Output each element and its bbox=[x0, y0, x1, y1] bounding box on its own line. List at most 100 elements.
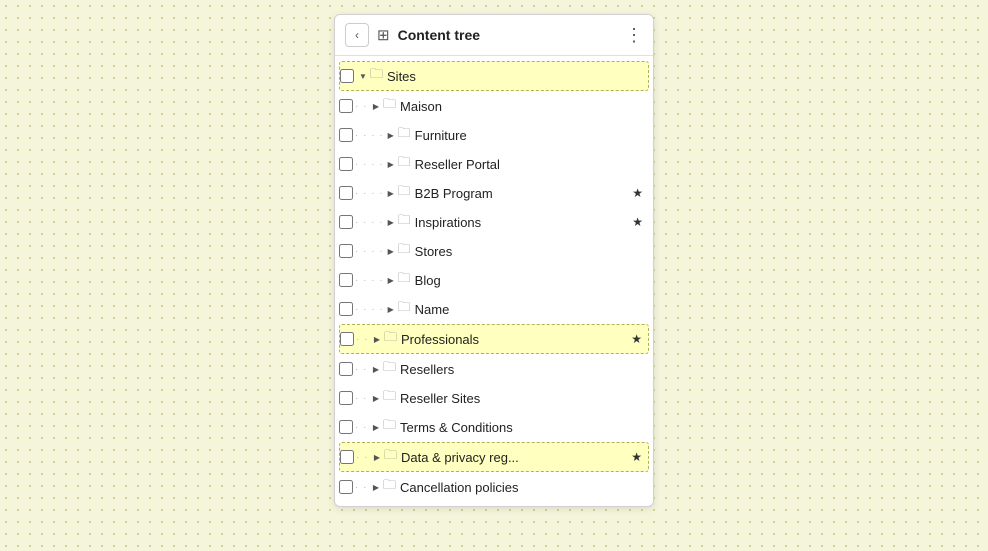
expand-arrow[interactable]: ▶ bbox=[384, 244, 398, 258]
panel-header: ‹ ⊞ Content tree ⋮ bbox=[335, 15, 653, 56]
expand-arrow[interactable]: ▶ bbox=[384, 302, 398, 316]
row-checkbox[interactable] bbox=[339, 244, 353, 258]
expand-arrow[interactable]: ▶ bbox=[369, 480, 383, 494]
tree-item-label: Sites bbox=[387, 69, 642, 84]
indent: · · bbox=[355, 101, 369, 112]
more-options-button[interactable]: ⋮ bbox=[625, 26, 643, 44]
folder-icon: 🗀 bbox=[383, 95, 396, 117]
folder-icon: 🗀 bbox=[384, 328, 397, 350]
star-icon: ★ bbox=[632, 186, 643, 200]
tree-row[interactable]: ▼ 🗀 Sites bbox=[339, 61, 649, 91]
row-checkbox[interactable] bbox=[339, 128, 353, 142]
tree-item-label: Name bbox=[415, 302, 643, 317]
row-checkbox[interactable] bbox=[339, 157, 353, 171]
star-icon: ★ bbox=[631, 450, 642, 464]
indent: · · bbox=[355, 393, 369, 404]
folder-icon: 🗀 bbox=[383, 476, 396, 498]
folder-icon: 🗀 bbox=[398, 182, 411, 204]
indent: · · · · bbox=[355, 188, 384, 199]
folder-icon: 🗀 bbox=[398, 124, 411, 146]
folder-icon: 🗀 bbox=[398, 153, 411, 175]
tree-row[interactable]: · · · · ▶ 🗀 Inspirations ★ bbox=[339, 208, 649, 236]
folder-icon: 🗀 bbox=[383, 416, 396, 438]
folder-icon: 🗀 bbox=[398, 269, 411, 291]
tree-icon: ⊞ bbox=[377, 26, 390, 44]
tree-item-label: Professionals bbox=[401, 332, 627, 347]
indent: · · bbox=[356, 452, 370, 463]
tree-item-label: Reseller Sites bbox=[400, 391, 643, 406]
indent: · · bbox=[355, 482, 369, 493]
content-tree-panel: ‹ ⊞ Content tree ⋮ ▼ 🗀 Sites · · ▶ 🗀 Mai… bbox=[334, 14, 654, 507]
indent: · · · · bbox=[355, 275, 384, 286]
tree-row[interactable]: · · · · ▶ 🗀 Reseller Portal bbox=[339, 150, 649, 178]
tree-item-label: Resellers bbox=[400, 362, 643, 377]
row-checkbox[interactable] bbox=[339, 420, 353, 434]
folder-icon: 🗀 bbox=[398, 211, 411, 233]
tree-row[interactable]: · · · · ▶ 🗀 Stores bbox=[339, 237, 649, 265]
tree-item-label: Inspirations bbox=[415, 215, 629, 230]
tree-row[interactable]: · · ▶ 🗀 Cancellation policies bbox=[339, 473, 649, 501]
expand-arrow[interactable]: ▶ bbox=[369, 362, 383, 376]
row-checkbox[interactable] bbox=[340, 69, 354, 83]
tree-item-label: Furniture bbox=[415, 128, 643, 143]
expand-arrow[interactable]: ▶ bbox=[384, 186, 398, 200]
tree-row[interactable]: · · ▶ 🗀 Maison bbox=[339, 92, 649, 120]
tree-item-label: Cancellation policies bbox=[400, 480, 643, 495]
expand-arrow[interactable]: ▶ bbox=[384, 128, 398, 142]
tree-row[interactable]: · · ▶ 🗀 Professionals ★ bbox=[339, 324, 649, 354]
row-checkbox[interactable] bbox=[340, 332, 354, 346]
tree-row[interactable]: · · ▶ 🗀 Data & privacy reg... ★ bbox=[339, 442, 649, 472]
tree-container: ▼ 🗀 Sites · · ▶ 🗀 Maison · · · · ▶ 🗀 Fur… bbox=[335, 56, 653, 506]
back-icon: ‹ bbox=[355, 28, 359, 42]
row-checkbox[interactable] bbox=[339, 99, 353, 113]
indent: · · bbox=[355, 422, 369, 433]
row-checkbox[interactable] bbox=[339, 186, 353, 200]
tree-item-label: Stores bbox=[415, 244, 643, 259]
row-checkbox[interactable] bbox=[340, 450, 354, 464]
expand-arrow[interactable]: ▶ bbox=[369, 391, 383, 405]
tree-item-label: Reseller Portal bbox=[415, 157, 643, 172]
tree-row[interactable]: · · · · ▶ 🗀 Furniture bbox=[339, 121, 649, 149]
tree-row[interactable]: · · ▶ 🗀 Reseller Sites bbox=[339, 384, 649, 412]
expand-arrow[interactable]: ▶ bbox=[369, 99, 383, 113]
tree-item-label: Terms & Conditions bbox=[400, 420, 643, 435]
indent: · · · · bbox=[355, 159, 384, 170]
indent: · · · · bbox=[355, 130, 384, 141]
tree-row[interactable]: · · · · ▶ 🗀 Name bbox=[339, 295, 649, 323]
expand-arrow[interactable]: ▶ bbox=[384, 273, 398, 287]
row-checkbox[interactable] bbox=[339, 273, 353, 287]
row-checkbox[interactable] bbox=[339, 362, 353, 376]
expand-arrow[interactable]: ▶ bbox=[369, 420, 383, 434]
indent: · · · · bbox=[355, 304, 384, 315]
tree-item-label: Maison bbox=[400, 99, 643, 114]
expand-arrow[interactable]: ▶ bbox=[384, 215, 398, 229]
indent: · · · · bbox=[355, 217, 384, 228]
folder-icon: 🗀 bbox=[383, 358, 396, 380]
folder-icon: 🗀 bbox=[384, 446, 397, 468]
tree-row[interactable]: · · · · ▶ 🗀 B2B Program ★ bbox=[339, 179, 649, 207]
star-icon: ★ bbox=[632, 215, 643, 229]
tree-row[interactable]: · · ▶ 🗀 Terms & Conditions bbox=[339, 413, 649, 441]
row-checkbox[interactable] bbox=[339, 480, 353, 494]
tree-item-label: Data & privacy reg... bbox=[401, 450, 627, 465]
tree-item-label: Blog bbox=[415, 273, 643, 288]
expand-arrow[interactable]: ▼ bbox=[356, 69, 370, 83]
indent: · · bbox=[356, 334, 370, 345]
tree-row[interactable]: · · ▶ 🗀 Resellers bbox=[339, 355, 649, 383]
panel-title: Content tree bbox=[398, 27, 617, 43]
indent: · · bbox=[355, 364, 369, 375]
folder-icon: 🗀 bbox=[383, 387, 396, 409]
row-checkbox[interactable] bbox=[339, 391, 353, 405]
row-checkbox[interactable] bbox=[339, 215, 353, 229]
star-icon: ★ bbox=[631, 332, 642, 346]
folder-icon: 🗀 bbox=[370, 65, 383, 87]
tree-row[interactable]: · · · · ▶ 🗀 Blog bbox=[339, 266, 649, 294]
row-checkbox[interactable] bbox=[339, 302, 353, 316]
expand-arrow[interactable]: ▶ bbox=[370, 332, 384, 346]
indent: · · · · bbox=[355, 246, 384, 257]
folder-icon: 🗀 bbox=[398, 298, 411, 320]
expand-arrow[interactable]: ▶ bbox=[384, 157, 398, 171]
tree-item-label: B2B Program bbox=[415, 186, 629, 201]
back-button[interactable]: ‹ bbox=[345, 23, 369, 47]
expand-arrow[interactable]: ▶ bbox=[370, 450, 384, 464]
